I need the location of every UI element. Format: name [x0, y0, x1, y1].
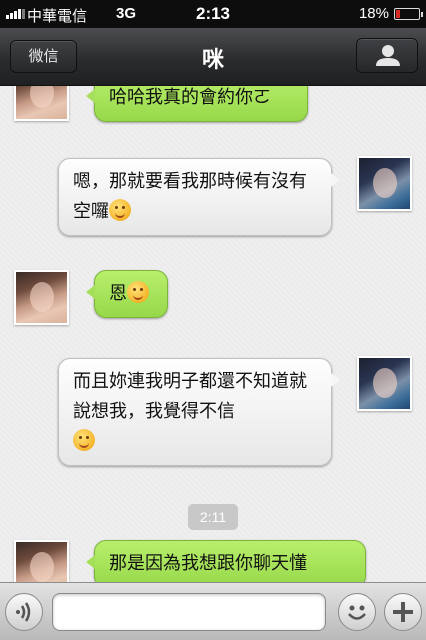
voice-button[interactable] — [5, 593, 43, 631]
message-bubble[interactable]: 那是因為我想跟你聊天懂 — [86, 540, 366, 582]
avatar[interactable] — [14, 540, 69, 582]
avatar[interactable] — [357, 356, 412, 411]
kissing-face-emoji — [73, 429, 95, 451]
message-text: 而且妳連我明子都還不知道就說想我，我覺得不信 — [73, 371, 307, 422]
smiling-face-emoji — [127, 281, 149, 303]
person-icon — [376, 45, 400, 66]
input-bar — [0, 582, 426, 640]
avatar[interactable] — [357, 156, 412, 211]
profile-button[interactable] — [356, 38, 418, 73]
message-input[interactable] — [52, 593, 326, 631]
message-text: 那是因為我想跟你聊天懂 — [109, 553, 307, 574]
message-bubble[interactable]: 哈哈我真的會約你ㄛ — [86, 86, 308, 122]
avatar[interactable] — [14, 86, 69, 121]
smiley-icon — [348, 605, 366, 620]
message-text: 哈哈我真的會約你ㄛ — [109, 87, 271, 108]
status-bar: 中華電信 3G 2:13 18% — [0, 0, 426, 28]
message-text: 嗯，那就要看我那時候有沒有空囉 — [73, 171, 307, 222]
emoji-button[interactable] — [338, 593, 376, 631]
battery-icon — [394, 8, 423, 20]
message-bubble[interactable]: 嗯，那就要看我那時候有沒有空囉 — [58, 158, 340, 236]
more-button[interactable] — [384, 593, 422, 631]
message-bubble[interactable]: 恩 — [86, 270, 168, 318]
timestamp-label: 2:11 — [188, 504, 238, 530]
chat-area[interactable]: 哈哈我真的會約你ㄛ 嗯，那就要看我那時候有沒有空囉 恩 而且妳連我明子都還不知道… — [0, 86, 426, 582]
avatar[interactable] — [14, 270, 69, 325]
thinking-face-emoji — [109, 199, 131, 221]
plus-icon — [393, 602, 413, 622]
battery-percent: 18% — [358, 5, 389, 22]
voice-icon — [16, 602, 31, 622]
message-bubble[interactable]: 而且妳連我明子都還不知道就說想我，我覺得不信 — [58, 358, 340, 466]
nav-bar: 微信 咪 — [0, 28, 426, 86]
message-text: 恩 — [109, 283, 127, 304]
